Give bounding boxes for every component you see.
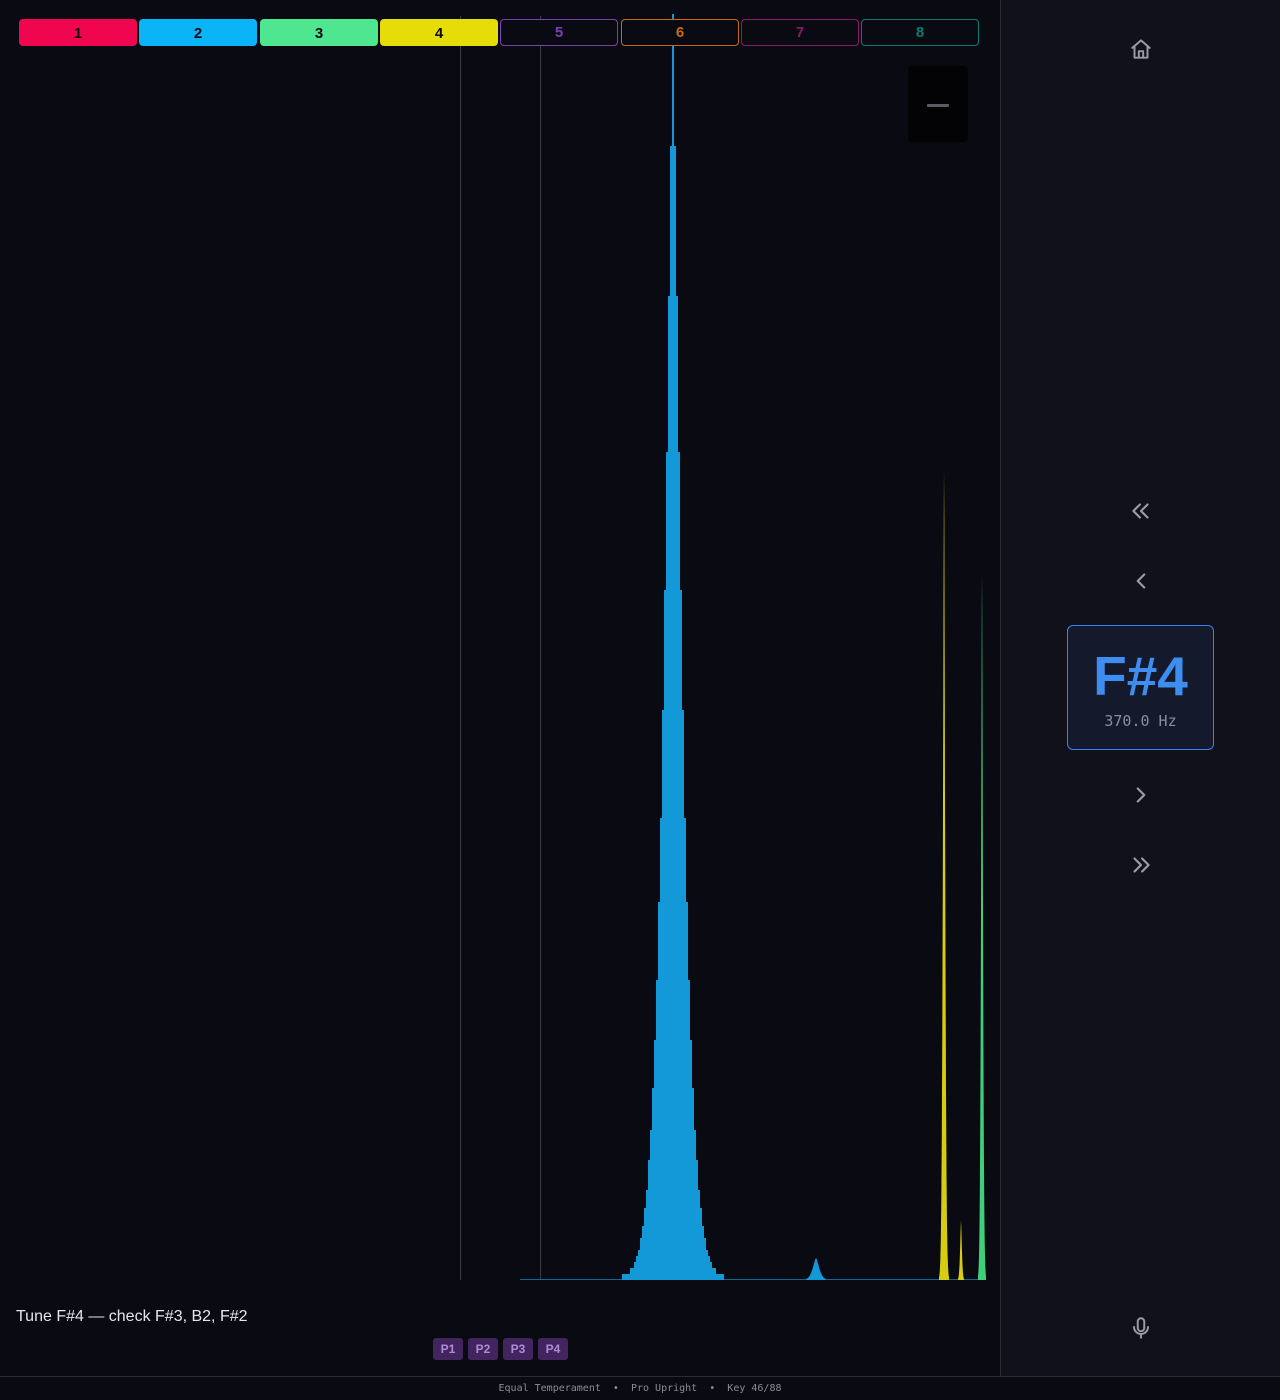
microphone-button[interactable]: [1120, 1307, 1162, 1349]
partial-tab-2[interactable]: 2: [139, 19, 257, 46]
chevron-left-icon: [1136, 573, 1146, 589]
chevrons-right-icon: [1133, 857, 1150, 873]
chevrons-left-icon: [1132, 503, 1149, 519]
spectrum-peak-partial-4-harmonic: [958, 1220, 964, 1280]
spectrum-peak-partial-4: [939, 470, 949, 1280]
minimize-button[interactable]: [908, 66, 968, 142]
partial-tab-1[interactable]: 1: [19, 19, 137, 46]
partial-tab-5[interactable]: 5: [500, 19, 618, 46]
chevron-right-icon: [1136, 787, 1146, 803]
partial-tab-7[interactable]: 7: [741, 19, 859, 46]
key-position-label: Key 46/88: [727, 1383, 782, 1394]
last-key-button[interactable]: [1120, 844, 1162, 886]
minus-icon: [927, 104, 949, 107]
partial-tab-3[interactable]: 3: [260, 19, 378, 46]
tuning-instruction: Tune F#4 — check F#3, B2, F#2: [16, 1308, 248, 1325]
spectrum-graph: [460, 14, 986, 1280]
previous-key-button[interactable]: [1120, 560, 1162, 602]
first-key-button[interactable]: [1120, 490, 1162, 532]
note-frequency: 370.0 Hz: [1104, 712, 1177, 730]
status-footer: Equal Temperament • Pro Upright • Key 46…: [0, 1376, 1280, 1400]
spectrum-peak-partial-3: [978, 572, 986, 1280]
microphone-icon: [1132, 1317, 1150, 1339]
footer-separator: •: [612, 1383, 619, 1394]
piano-model-label: Pro Upright: [630, 1383, 698, 1394]
partial-tab-4[interactable]: 4: [380, 19, 498, 46]
spectrum-peak-partial-2: [520, 14, 832, 1280]
current-note-card: F#4 370.0 Hz: [1067, 625, 1214, 750]
next-key-button[interactable]: [1120, 774, 1162, 816]
partial-tab-8[interactable]: 8: [861, 19, 979, 46]
spectrum-area: 12345678 Tune F#4 — check F#3, B2, F#2 P…: [0, 0, 1000, 1376]
partial-tab-6[interactable]: 6: [621, 19, 739, 46]
home-button[interactable]: [1120, 28, 1162, 70]
home-icon: [1131, 39, 1151, 59]
preset-buttons: P1 P2 P3 P4: [433, 1338, 568, 1360]
preset-p2-button[interactable]: P2: [468, 1338, 498, 1360]
preset-p3-button[interactable]: P3: [503, 1338, 533, 1360]
footer-separator: •: [709, 1383, 716, 1394]
spectrum-peak-small: [806, 1258, 826, 1280]
preset-p4-button[interactable]: P4: [538, 1338, 568, 1360]
note-name: F#4: [1093, 645, 1188, 707]
preset-p1-button[interactable]: P1: [433, 1338, 463, 1360]
temperament-label: Equal Temperament: [498, 1383, 601, 1394]
